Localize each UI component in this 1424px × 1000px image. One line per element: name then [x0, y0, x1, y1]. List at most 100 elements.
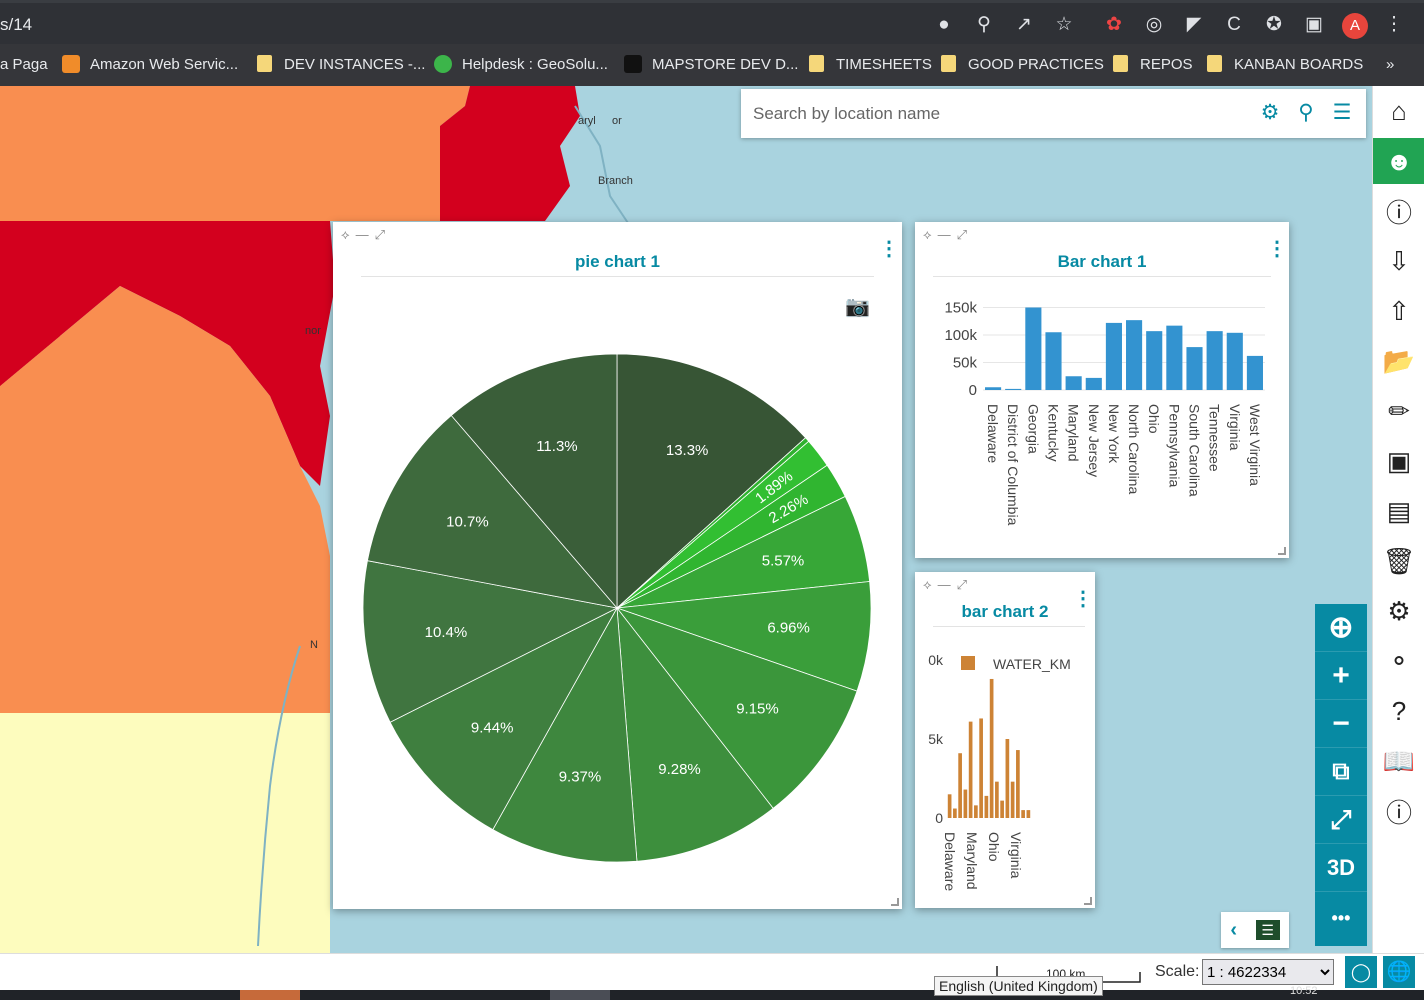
- download-icon[interactable]: ⇩: [1373, 238, 1424, 284]
- more-tools-button[interactable]: •••: [1315, 894, 1367, 942]
- scale-label: Scale:: [1155, 963, 1200, 980]
- bar: [953, 808, 957, 818]
- pie-slice-label: 9.15%: [736, 700, 779, 717]
- gear-icon[interactable]: ⚙: [1373, 588, 1424, 634]
- x-tick-label: District of Columbia: [1005, 404, 1021, 526]
- bookmark-label: GOOD PRACTICES: [968, 56, 1104, 73]
- bookmark-folder[interactable]: DEV INSTANCES -...: [257, 44, 425, 86]
- bookmark-label: Helpdesk : GeoSolu...: [462, 56, 608, 73]
- 3d-toggle-button[interactable]: 3D: [1315, 844, 1367, 892]
- url-text[interactable]: s/14: [0, 15, 32, 35]
- profile-avatar[interactable]: A: [1342, 13, 1368, 39]
- y-tick-label: 0: [969, 382, 977, 399]
- zoom-to-extent-icon[interactable]: ⧉: [1315, 748, 1367, 796]
- bar: [1206, 331, 1223, 390]
- aws-cube-icon: [62, 55, 80, 73]
- pie-slice-label: 11.3%: [536, 438, 577, 455]
- zoom-in-button[interactable]: +: [1315, 652, 1367, 700]
- search-input[interactable]: [751, 101, 1235, 127]
- bookmark-folder[interactable]: GOOD PRACTICES: [941, 44, 1104, 86]
- scale-select[interactable]: 1 : 4622334: [1202, 959, 1334, 985]
- help-icon[interactable]: ?: [1373, 688, 1424, 734]
- x-tick-label: Delaware: [942, 832, 958, 891]
- gear-icon[interactable]: ⚙: [1258, 101, 1282, 125]
- graduation-cap-icon: [624, 55, 642, 73]
- resize-handle[interactable]: [1084, 897, 1092, 905]
- bookmark-star-icon[interactable]: ☆: [1052, 13, 1076, 37]
- y-tick-label: 150k: [944, 300, 977, 317]
- widget-tools[interactable]: ⟡—⤢: [923, 227, 973, 243]
- book-icon[interactable]: 📖: [1373, 738, 1424, 784]
- globe-icon[interactable]: 🌐: [1383, 956, 1415, 988]
- map-navigation-bar: ⊕ + − ⧉ ⤢ 3D •••: [1315, 604, 1367, 946]
- right-toolbar: ⌂ ☻ ⓘ ⇩ ⇧ 📂 ✏ ▣ ▤ 🗑 ⚙ ⚬ ? 📖 ⓘ: [1372, 86, 1424, 953]
- extensions-puzzle-icon[interactable]: ✪: [1262, 13, 1286, 37]
- save-icon[interactable]: ▣: [1373, 438, 1424, 484]
- key-icon[interactable]: ⚲: [972, 13, 996, 37]
- x-tick-label: Delaware: [985, 404, 1001, 463]
- x-tick-label: New York: [1106, 404, 1122, 464]
- location-pin-icon[interactable]: ●: [932, 13, 956, 37]
- map-place-label: or: [612, 115, 622, 127]
- zoom-out-button[interactable]: −: [1315, 700, 1367, 748]
- x-tick-label: Georgia: [1025, 404, 1041, 454]
- x-tick-label: Ohio: [986, 832, 1002, 862]
- pie-slice-label: 5.57%: [762, 552, 805, 569]
- browser-menu-icon[interactable]: ⋮: [1382, 13, 1406, 37]
- share-icon[interactable]: ⚬: [1373, 638, 1424, 684]
- bar: [985, 387, 1002, 390]
- extension-cc-icon[interactable]: C: [1222, 13, 1246, 37]
- bookmark-label: DEV INSTANCES -...: [284, 56, 426, 73]
- bar-chart-2: 0 5k 0k WATER_KM Delaware Maryland Ohio Virgini…: [928, 652, 1071, 891]
- menu-icon[interactable]: ☰: [1330, 101, 1354, 125]
- bookmark-item[interactable]: Helpdesk : GeoSolu...: [434, 44, 608, 86]
- pie-chart-widget: ⟡—⤢ ⋮ pie chart 1 📷 13.3% 1.89% 2.26% 5.57%…: [333, 222, 902, 909]
- info-icon[interactable]: ⓘ: [1373, 188, 1424, 234]
- divider: [361, 276, 874, 277]
- share-page-icon[interactable]: ↗: [1012, 13, 1036, 37]
- bookmark-item[interactable]: a Paga: [0, 44, 48, 86]
- divider: [933, 626, 1085, 627]
- widget-tools[interactable]: ⟡—⤢: [341, 227, 391, 243]
- os-taskbar: 10:52: [0, 985, 1424, 1000]
- taskbar-app[interactable]: [240, 990, 300, 1000]
- side-panel-icon[interactable]: ▣: [1302, 13, 1326, 37]
- extension-bug-icon[interactable]: ✿: [1102, 13, 1126, 37]
- fullscreen-icon[interactable]: ⤢: [1315, 796, 1367, 844]
- more-bookmarks-chevron[interactable]: »: [1386, 44, 1394, 86]
- bookmark-label: TIMESHEETS: [836, 56, 932, 73]
- resize-handle[interactable]: [891, 898, 899, 906]
- bar: [968, 721, 973, 818]
- save-as-icon[interactable]: ▤: [1373, 488, 1424, 534]
- user-icon[interactable]: ☻: [1373, 138, 1424, 184]
- folder-open-icon[interactable]: 📂: [1373, 338, 1424, 384]
- map-footer: 100 km Scale: 1 : 4622334 ◯ 🌐: [0, 953, 1424, 991]
- layers-toggle[interactable]: ‹ ☰: [1221, 912, 1289, 948]
- bookmark-folder[interactable]: REPOS: [1113, 44, 1193, 86]
- home-icon[interactable]: ⌂: [1373, 88, 1424, 134]
- bookmark-item[interactable]: Amazon Web Servic...: [62, 44, 238, 86]
- bar: [1065, 376, 1082, 390]
- taskbar-app[interactable]: [550, 990, 610, 1000]
- widget-tools[interactable]: ⟡—⤢: [923, 577, 973, 593]
- bookmark-folder[interactable]: TIMESHEETS: [809, 44, 932, 86]
- bar: [1146, 331, 1163, 390]
- resize-handle[interactable]: [1278, 547, 1286, 555]
- upload-icon[interactable]: ⇧: [1373, 288, 1424, 334]
- trash-icon[interactable]: 🗑: [1373, 538, 1424, 584]
- bookmark-folder[interactable]: KANBAN BOARDS: [1207, 44, 1363, 86]
- y-tick-label: 100k: [944, 327, 977, 344]
- extension-arc-icon[interactable]: ◤: [1182, 13, 1206, 37]
- info-icon[interactable]: ⓘ: [1373, 788, 1424, 834]
- bar: [1105, 322, 1122, 390]
- y-tick-label: 0k: [928, 652, 944, 668]
- mouse-position-icon[interactable]: ◯: [1345, 956, 1377, 988]
- map-place-label: nor: [305, 325, 321, 337]
- locate-icon[interactable]: ⊕: [1315, 604, 1367, 652]
- search-icon[interactable]: ⚲: [1294, 101, 1318, 125]
- bookmark-item[interactable]: MAPSTORE DEV D...: [624, 44, 798, 86]
- extension-target-icon[interactable]: ◎: [1142, 13, 1166, 37]
- ruler-icon[interactable]: ✏: [1373, 388, 1424, 434]
- y-tick-label: 50k: [953, 355, 978, 372]
- x-tick-label: New Jersey: [1086, 404, 1102, 477]
